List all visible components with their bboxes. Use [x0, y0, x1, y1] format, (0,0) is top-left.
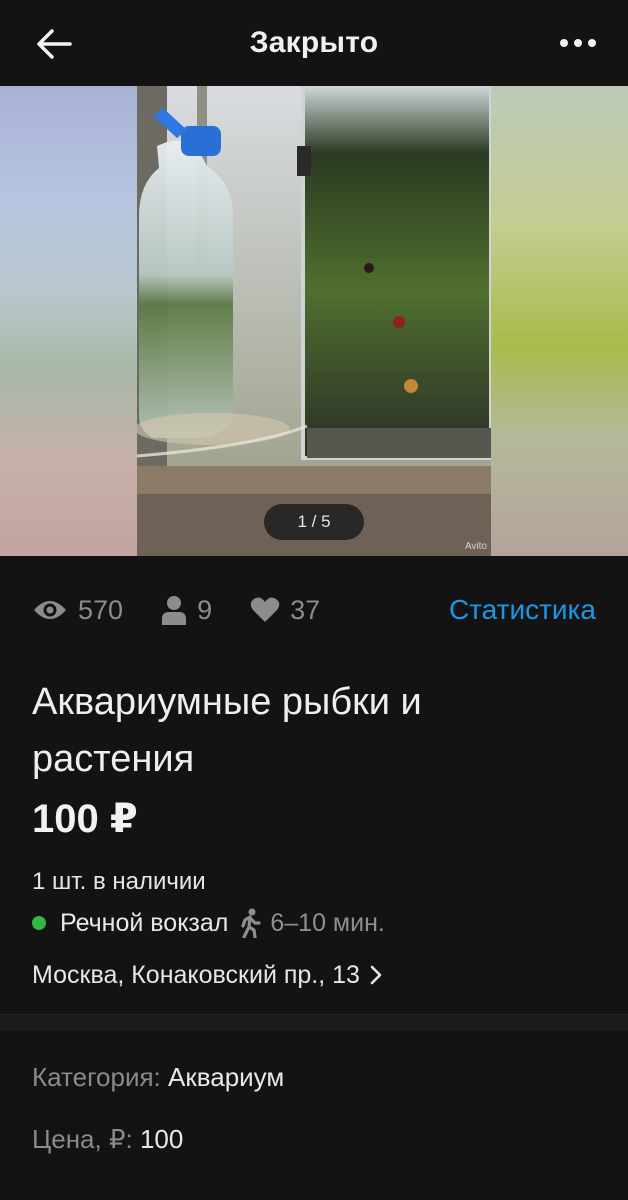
views-count: 570	[78, 594, 124, 625]
more-dot	[574, 39, 582, 47]
page-title: Закрыто	[249, 26, 379, 59]
param-price: Цена, ₽: 100	[32, 1124, 183, 1155]
listing-title: Аквариумные рыбки и растения	[32, 681, 422, 780]
contacts-stat: 9	[161, 595, 212, 626]
metro-station[interactable]: Речной вокзал 6–10 мин.	[32, 906, 385, 940]
contacts-count: 9	[197, 594, 213, 625]
availability-text: 1 шт. в наличии	[32, 868, 206, 895]
avito-watermark: Avito	[464, 541, 487, 552]
favorites-count: 37	[290, 594, 321, 625]
gallery-blur-right	[491, 86, 628, 556]
address-link[interactable]: Москва, Конаковский пр., 13	[32, 957, 382, 993]
heart-icon	[250, 597, 280, 622]
listing-photo[interactable]	[137, 86, 491, 556]
walk-time: 6–10 мин.	[270, 908, 385, 937]
favorites-stat: 37	[250, 595, 320, 626]
metro-station-name: Речной вокзал	[60, 908, 229, 937]
person-icon	[162, 596, 187, 625]
section-divider	[0, 1014, 628, 1030]
top-bar: Закрыто	[0, 0, 628, 86]
statistics-link[interactable]: Статистика	[449, 594, 596, 626]
chevron-right-icon	[370, 965, 382, 985]
param-category-value: Аквариум	[168, 1062, 285, 1092]
more-dot	[588, 39, 596, 47]
eye-icon	[34, 601, 66, 619]
more-options-button[interactable]	[550, 28, 606, 58]
photo-gallery[interactable]: 1 / 5 Avito	[0, 86, 628, 556]
photo-counter: 1 / 5	[264, 504, 364, 540]
metro-line-dot-icon	[32, 916, 46, 930]
views-stat: 570	[32, 595, 123, 626]
stats-row: 570 9 37 Статистика	[32, 588, 596, 632]
address-text: Москва, Конаковский пр., 13	[32, 960, 360, 989]
more-dots-icon	[560, 39, 568, 47]
param-category-label: Категория:	[32, 1062, 168, 1092]
param-price-value: 100	[139, 1124, 184, 1154]
aquarium-photo-image	[137, 86, 491, 556]
gallery-blur-left	[0, 86, 137, 556]
param-price-label: Цена, ₽:	[32, 1124, 140, 1154]
listing-price: 100 ₽	[32, 797, 138, 841]
param-category: Категория: Аквариум	[32, 1062, 284, 1093]
walking-person-icon	[241, 908, 261, 938]
